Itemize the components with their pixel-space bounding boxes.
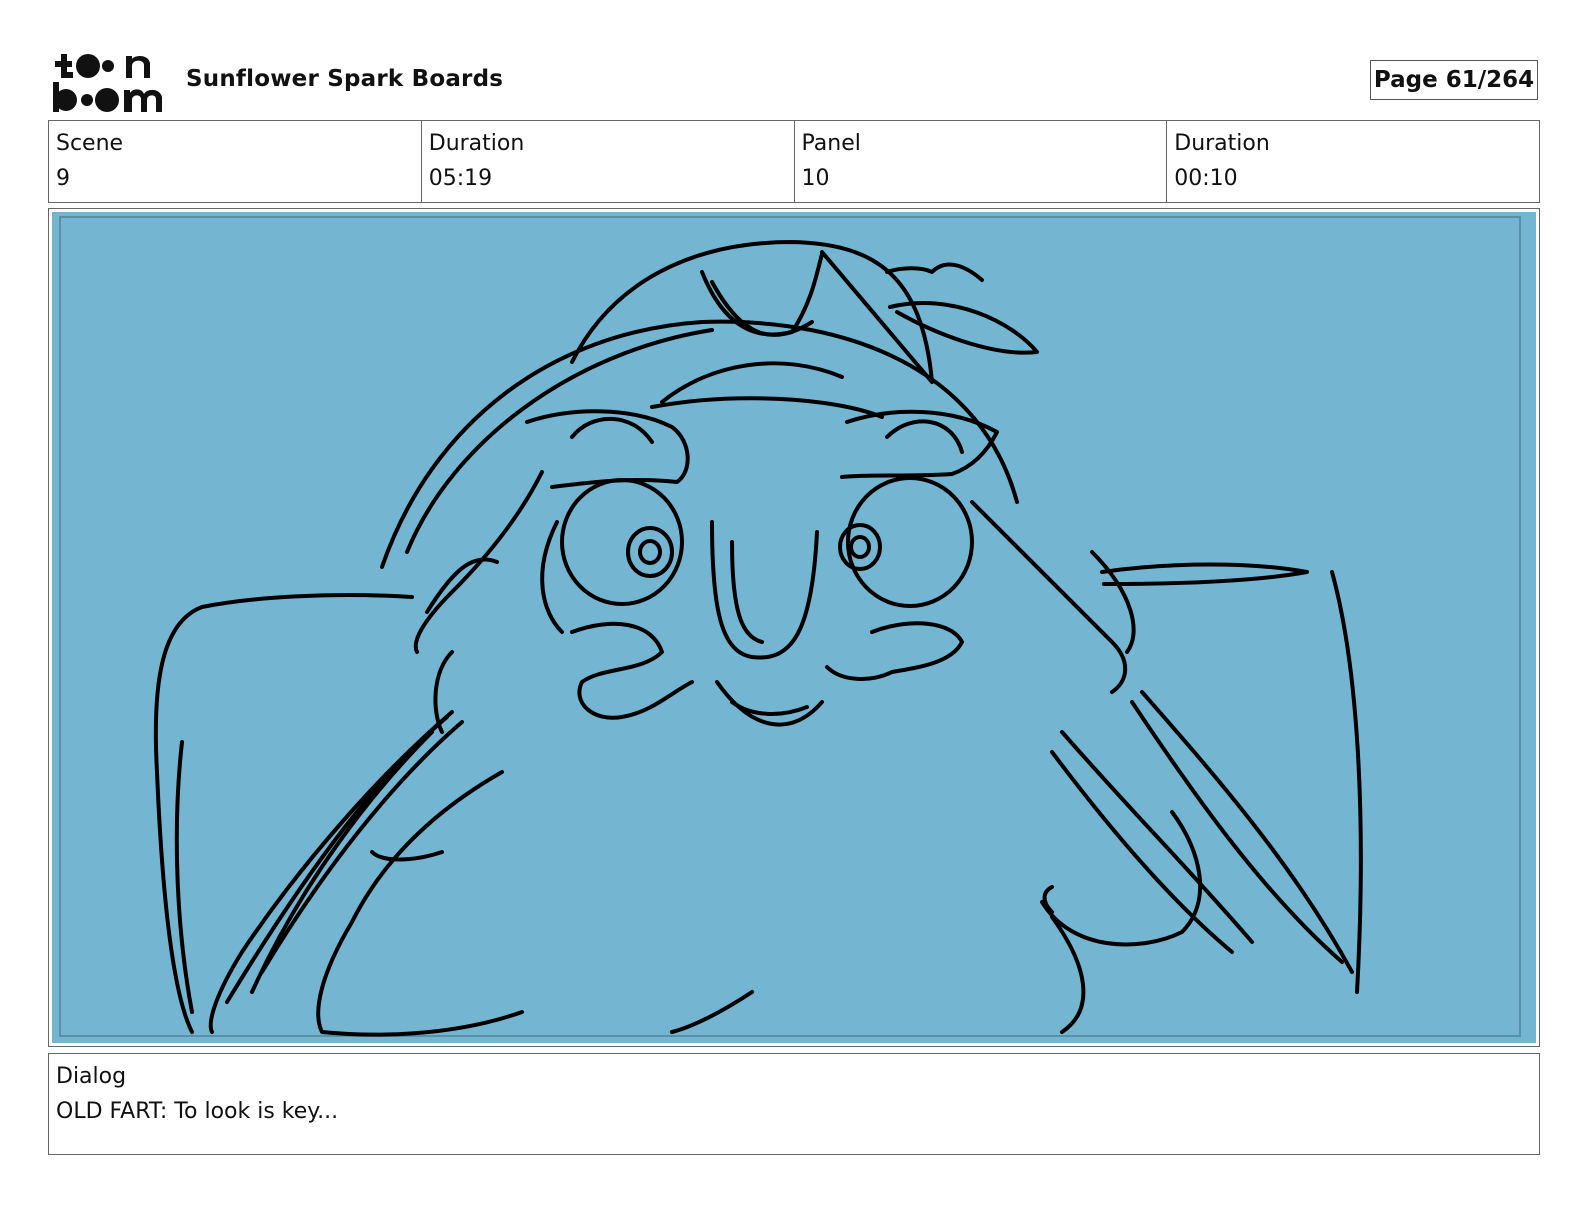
scene-value: 9 (56, 166, 70, 191)
scene-label: Scene (56, 131, 124, 156)
dialog-label: Dialog (56, 1064, 127, 1089)
panel-duration-cell: Duration 00:10 (1166, 121, 1539, 202)
panel-duration-value: 00:10 (1174, 166, 1238, 191)
project-title: Sunflower Spark Boards (186, 66, 504, 92)
scene-cell: Scene 9 (49, 121, 421, 202)
storyboard-sketch (52, 212, 1536, 1043)
panel-info-table: Scene 9 Duration 05:19 Panel 10 Duration… (48, 120, 1540, 203)
scene-duration-value: 05:19 (428, 166, 493, 191)
panel-cell: Panel 10 (793, 121, 1167, 202)
scene-duration-label: Duration (428, 131, 525, 156)
scene-duration-cell: Duration 05:19 (420, 121, 794, 202)
storyboard-panel-frame (48, 208, 1540, 1047)
panel-label: Panel (801, 131, 861, 156)
dialog-box: Dialog OLD FART: To look is key... (48, 1053, 1540, 1155)
panel-value: 10 (801, 166, 830, 191)
panel-duration-label: Duration (1174, 131, 1270, 156)
page-number-badge: Page 61/264 (1370, 60, 1538, 100)
toonboom-logo (53, 54, 162, 112)
dialog-text: OLD FART: To look is key... (56, 1099, 339, 1124)
